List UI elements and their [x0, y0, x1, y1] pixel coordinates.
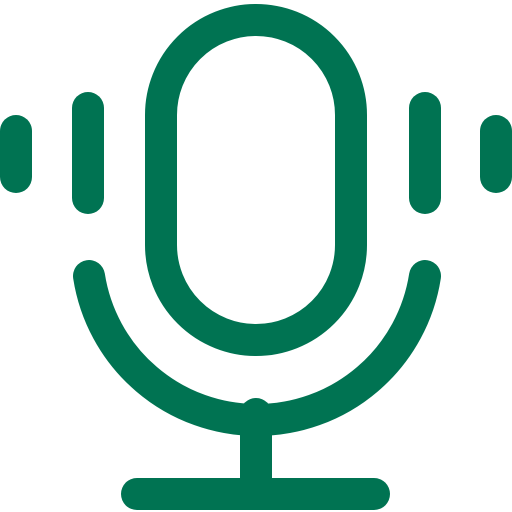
- microphone-icon: [0, 4, 512, 510]
- icon-canvas: [0, 0, 512, 512]
- microphone-capsule: [145, 4, 367, 356]
